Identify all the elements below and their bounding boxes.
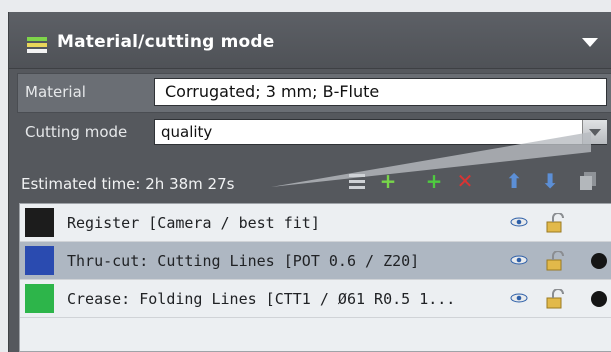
active-dot-icon[interactable]	[591, 253, 607, 269]
copy-icon[interactable]	[577, 170, 599, 192]
material-cutting-panel: Material/cutting mode Material Corrugate…	[8, 12, 611, 352]
layer-row-thru-cut[interactable]: Thru-cut: Cutting Lines [POT 0.6 / Z20]	[20, 242, 611, 280]
list-view-icon[interactable]	[346, 170, 368, 192]
lock-icon[interactable]	[545, 213, 567, 233]
material-label: Material	[25, 83, 86, 101]
move-down-icon[interactable]: ⬇	[539, 170, 561, 192]
eye-icon[interactable]	[510, 255, 528, 265]
cutting-mode-label: Cutting mode	[25, 123, 128, 141]
layers-icon	[27, 37, 47, 53]
layer-color-swatch[interactable]	[25, 208, 54, 237]
material-field[interactable]: Corrugated; 3 mm; B-Flute	[154, 78, 607, 106]
layer-list: Register [Camera / best fit] Thru-cut: C…	[19, 203, 611, 352]
move-up-icon[interactable]: ⬆	[503, 170, 525, 192]
layer-label: Crease: Folding Lines [CTT1 / Ø61 R0.5 1…	[67, 290, 456, 308]
delete-icon[interactable]: ✕	[454, 170, 476, 192]
material-value: Corrugated; 3 mm; B-Flute	[165, 82, 380, 101]
panel-header[interactable]: Material/cutting mode	[9, 12, 611, 69]
layer-row-register[interactable]: Register [Camera / best fit]	[20, 204, 611, 242]
estimated-time: Estimated time: 2h 38m 27s	[21, 175, 235, 193]
layer-color-swatch[interactable]	[25, 284, 54, 313]
layer-row-crease[interactable]: Crease: Folding Lines [CTT1 / Ø61 R0.5 1…	[20, 280, 611, 318]
layer-label: Register [Camera / best fit]	[67, 214, 320, 232]
add-sub-icon[interactable]: +	[423, 170, 445, 192]
cutting-mode-value: quality	[161, 123, 213, 141]
eye-icon[interactable]	[510, 293, 528, 303]
layer-color-swatch[interactable]	[25, 246, 54, 275]
panel-title: Material/cutting mode	[57, 32, 275, 52]
lock-icon[interactable]	[545, 289, 567, 309]
active-dot-icon[interactable]	[591, 291, 607, 307]
chevron-down-icon[interactable]	[582, 38, 598, 47]
lock-icon[interactable]	[545, 251, 567, 271]
add-icon[interactable]: +	[377, 170, 399, 192]
layer-label: Thru-cut: Cutting Lines [POT 0.6 / Z20]	[67, 252, 420, 270]
eye-icon[interactable]	[510, 217, 528, 227]
